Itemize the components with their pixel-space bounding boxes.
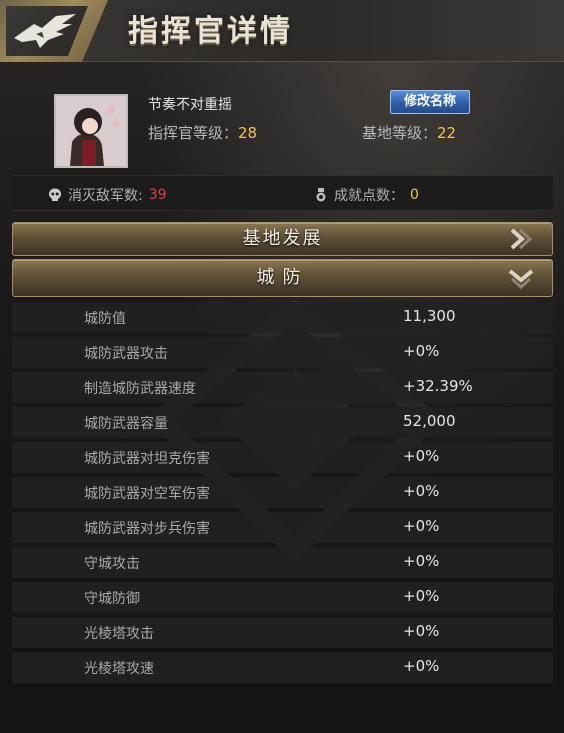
stat-value: +0% <box>403 657 440 675</box>
stat-label: 城防武器对坦克伤害 <box>84 451 210 467</box>
achievement-stat: 成就点数： 0 <box>314 185 419 205</box>
list-item: 制造城防武器速度 +32.39% <box>12 370 553 405</box>
stat-value: +0% <box>403 552 440 570</box>
section-defense-label: 城防 <box>256 267 309 288</box>
commander-level-label: 指挥官等级： <box>148 124 239 142</box>
list-item: 城防武器容量 52,000 <box>12 405 553 440</box>
list-item: 城防值 11,300 <box>12 300 553 335</box>
commander-level: 指挥官等级：28 <box>148 122 257 143</box>
commander-level-value: 28 <box>238 124 258 142</box>
defense-stats-list: 城防值 11,300 城防武器攻击 +0% 制造城防武器速度 +32.39% 城防武器… <box>12 300 553 685</box>
stat-label: 光棱塔攻速 <box>84 661 154 677</box>
chevron-down-icon <box>508 269 534 289</box>
medal-icon <box>316 188 326 202</box>
stat-label: 光棱塔攻击 <box>84 626 154 642</box>
section-base-development[interactable]: 基地发展 <box>12 222 553 256</box>
stat-label: 守城防御 <box>84 591 140 607</box>
rename-button[interactable]: 修改名称 <box>390 90 470 114</box>
achievement-label: 成就点数： <box>334 188 404 204</box>
skull-icon <box>49 188 61 201</box>
stat-value: +32.39% <box>403 377 473 395</box>
stat-label: 城防武器攻击 <box>84 346 168 362</box>
stats-bar: 消灭敌军数: 39 成就点数： 0 <box>12 175 553 211</box>
section-base-development-label: 基地发展 <box>242 228 323 249</box>
stat-value: 52,000 <box>403 412 456 430</box>
kills-label: 消灭敌军数: <box>68 188 143 204</box>
stat-label: 制造城防武器速度 <box>84 381 196 397</box>
chevron-right-icon <box>510 228 533 250</box>
avatar-portrait-icon <box>56 96 126 166</box>
stat-value: +0% <box>403 342 440 360</box>
list-item: 城防武器对步兵伤害 +0% <box>12 510 553 545</box>
stat-label: 城防值 <box>84 311 126 327</box>
stat-value: +0% <box>403 622 440 640</box>
eagle-emblem-icon <box>14 14 76 48</box>
profile-panel: 节奏不对重摇 修改名称 指挥官等级：28 基地等级：22 <box>0 80 564 172</box>
list-item: 城防武器对坦克伤害 +0% <box>12 440 553 475</box>
section-defense[interactable]: 城防 <box>12 259 553 297</box>
list-item: 城防武器攻击 +0% <box>12 335 553 370</box>
base-level-label: 基地等级： <box>362 124 438 142</box>
kills-value: 39 <box>148 187 167 203</box>
base-level-value: 22 <box>437 124 457 142</box>
stat-label: 城防武器容量 <box>84 416 168 432</box>
stat-value: +0% <box>403 517 440 535</box>
list-item: 光棱塔攻击 +0% <box>12 615 553 650</box>
stat-value: 11,300 <box>403 307 456 325</box>
logo-frame <box>0 0 108 62</box>
stat-value: +0% <box>403 482 440 500</box>
list-item: 守城防御 +0% <box>12 580 553 615</box>
list-item: 守城攻击 +0% <box>12 545 553 580</box>
stat-value: +0% <box>403 447 440 465</box>
stat-label: 守城攻击 <box>84 556 140 572</box>
stat-label: 城防武器对步兵伤害 <box>84 521 210 537</box>
list-item: 城防武器对空军伤害 +0% <box>12 475 553 510</box>
list-item: 光棱塔攻速 +0% <box>12 650 553 685</box>
base-level: 基地等级：22 <box>362 122 456 143</box>
kills-stat: 消灭敌军数: 39 <box>48 185 167 205</box>
stat-value: +0% <box>403 587 440 605</box>
stat-label: 城防武器对空军伤害 <box>84 486 210 502</box>
avatar[interactable] <box>54 94 128 168</box>
page-title: 指挥官详情 <box>128 14 293 49</box>
header-bar: 指挥官详情 <box>0 0 564 62</box>
achievement-value: 0 <box>410 187 419 203</box>
commander-name: 节奏不对重摇 <box>148 97 232 113</box>
